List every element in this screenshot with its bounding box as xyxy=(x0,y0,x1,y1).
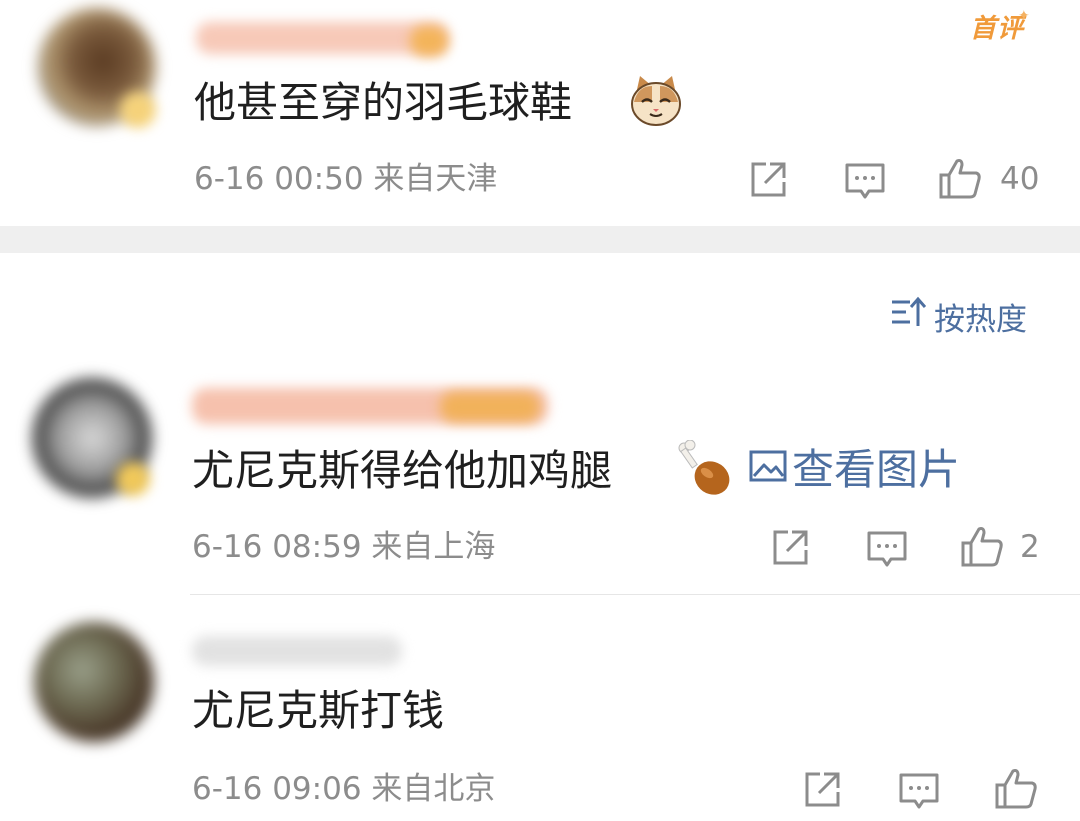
avatar[interactable] xyxy=(34,622,154,742)
comment-text: 尤尼克斯打钱 xyxy=(192,686,445,735)
verified-badge-icon xyxy=(120,92,156,128)
comment-location: 来自上海 xyxy=(371,529,496,565)
comment-location: 来自北京 xyxy=(371,771,496,807)
view-image-label: 查看图片 xyxy=(792,444,961,494)
comment-icon[interactable] xyxy=(866,528,908,570)
comment-separator xyxy=(190,594,1080,595)
share-icon[interactable] xyxy=(770,528,810,568)
comment-location: 来自天津 xyxy=(373,161,498,197)
user-level-badge-blurred xyxy=(440,392,540,422)
like-icon[interactable] xyxy=(994,766,1038,810)
username-blurred[interactable] xyxy=(192,636,402,666)
first-comment-badge: 首评 xyxy=(970,14,1025,44)
verified-badge-icon xyxy=(116,462,150,496)
share-icon[interactable] xyxy=(802,770,842,810)
image-icon xyxy=(748,448,788,491)
like-count: 40 xyxy=(1000,161,1040,197)
comment-icon[interactable] xyxy=(898,770,940,812)
share-icon[interactable] xyxy=(748,160,788,200)
comment-time: 6-16 08:59 来自上海 xyxy=(192,529,496,565)
comment-icon[interactable] xyxy=(844,160,886,202)
cat-face-emoji xyxy=(628,72,684,128)
sort-by-hot-button[interactable]: 按热度 xyxy=(890,294,1027,338)
view-image-link[interactable]: 查看图片 xyxy=(748,448,960,491)
sparkle-icon: ✦ xyxy=(1018,8,1030,24)
section-divider xyxy=(0,226,1080,253)
comment-time: 6-16 09:06 来自北京 xyxy=(192,771,496,807)
comment-text: 他甚至穿的羽毛球鞋 xyxy=(194,78,573,127)
user-level-badge-blurred xyxy=(410,26,448,56)
like-icon[interactable] xyxy=(960,524,1004,568)
like-count: 2 xyxy=(1020,529,1040,565)
sort-label: 按热度 xyxy=(934,301,1027,338)
comment-text: 尤尼克斯得给他加鸡腿 xyxy=(192,446,613,495)
like-icon[interactable] xyxy=(938,156,982,200)
sort-icon xyxy=(890,294,927,338)
comment-time: 6-16 00:50 来自天津 xyxy=(194,161,498,197)
drumstick-emoji xyxy=(676,439,732,498)
